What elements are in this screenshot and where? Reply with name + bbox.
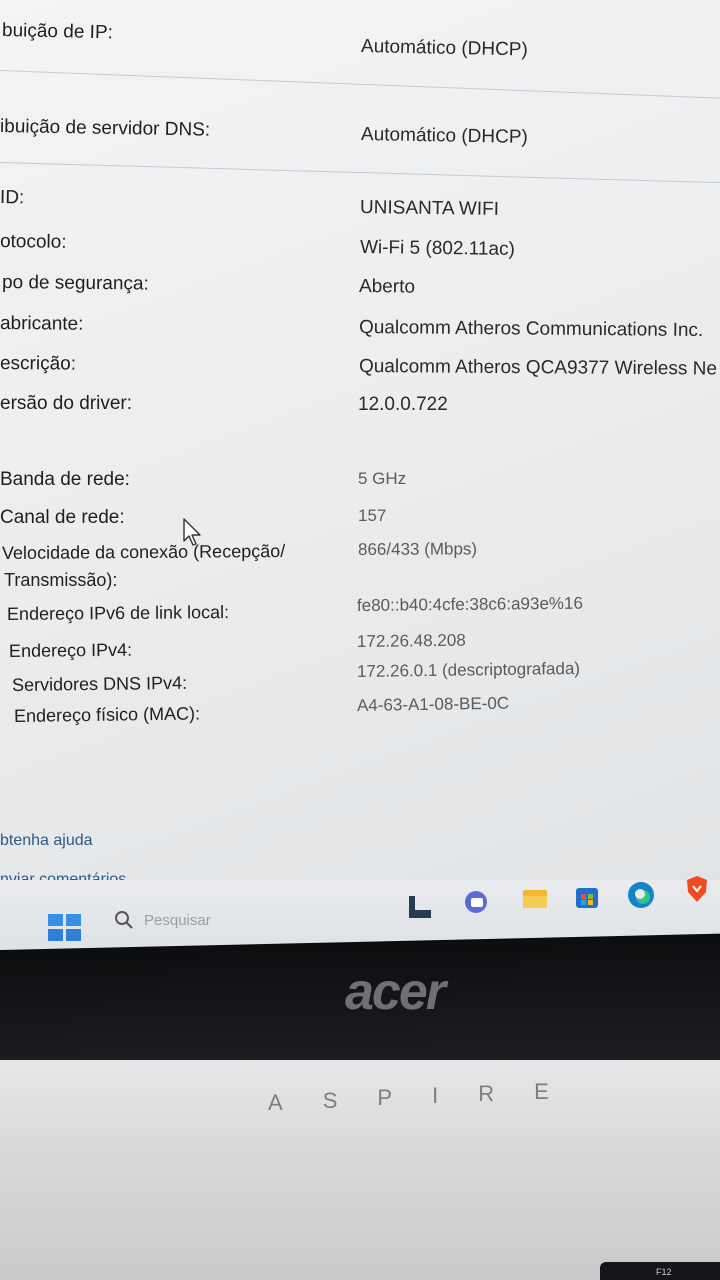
divider bbox=[0, 70, 720, 99]
protocol-value: Wi-Fi 5 (802.11ac) bbox=[359, 237, 515, 260]
security-type-label: po de segurança: bbox=[1, 272, 149, 295]
security-type-value: Aberto bbox=[358, 276, 416, 298]
link-speed-label: Velocidade da conexão (Recepção/ bbox=[1, 541, 286, 563]
edge-browser-icon[interactable] bbox=[626, 880, 656, 910]
driver-version-label: ersão do driver: bbox=[0, 393, 133, 414]
model-letter: I bbox=[432, 1083, 439, 1108]
mouse-cursor-icon bbox=[183, 518, 201, 546]
file-explorer-icon[interactable] bbox=[520, 884, 550, 914]
ipv4-label: Endereço IPv4: bbox=[8, 639, 133, 661]
network-channel-label: Canal de rede: bbox=[0, 507, 125, 528]
aspire-model-label: A S P I R E bbox=[268, 1079, 549, 1115]
dns-servers-value: 172.26.0.1 (descriptografada) bbox=[356, 658, 581, 681]
chat-icon[interactable] bbox=[462, 888, 492, 918]
function-key-label: F12 bbox=[656, 1267, 672, 1277]
network-band-value: 5 GHz bbox=[358, 469, 407, 488]
protocol-label: otocolo: bbox=[0, 231, 67, 253]
model-letter: E bbox=[534, 1079, 549, 1104]
ipv6-label: Endereço IPv6 de link local: bbox=[6, 602, 230, 624]
ip-assignment-label: buição de IP: bbox=[1, 20, 114, 44]
search-placeholder: Pesquisar bbox=[144, 911, 211, 929]
manufacturer-value: Qualcomm Atheros Communications Inc. bbox=[358, 317, 704, 342]
ipv4-value: 172.26.48.208 bbox=[356, 630, 466, 651]
taskbar-search[interactable]: Pesquisar bbox=[114, 910, 211, 930]
description-value: Qualcomm Atheros QCA9377 Wireless Ne bbox=[358, 356, 718, 380]
network-band-label: Banda de rede: bbox=[0, 469, 130, 490]
get-help-link[interactable]: btenha ajuda bbox=[0, 832, 93, 850]
microsoft-store-icon[interactable] bbox=[572, 882, 602, 912]
ip-assignment-value: Automático (DHCP) bbox=[360, 36, 529, 61]
model-letter: R bbox=[478, 1081, 495, 1106]
dns-servers-label: Servidores DNS IPv4: bbox=[11, 672, 188, 695]
ssid-label: ID: bbox=[0, 187, 25, 209]
ipv6-value: fe80::b40:4cfe:38c6:a93e%16 bbox=[356, 593, 583, 615]
link-speed-value: 866/433 (Mbps) bbox=[357, 539, 478, 559]
description-label: escrição: bbox=[0, 353, 77, 375]
mac-address-label: Endereço físico (MAC): bbox=[13, 703, 201, 726]
mac-address-value: A4-63-A1-08-BE-0C bbox=[356, 693, 510, 715]
network-channel-value: 157 bbox=[358, 506, 387, 525]
model-letter: S bbox=[322, 1088, 338, 1113]
brave-browser-icon[interactable] bbox=[682, 874, 712, 904]
search-icon bbox=[115, 911, 133, 929]
link-speed-label-cont: Transmissão): bbox=[4, 570, 118, 590]
divider bbox=[0, 162, 720, 184]
acer-logo: acer bbox=[345, 963, 446, 1021]
dns-assignment-label: ibuição de servidor DNS: bbox=[0, 116, 211, 141]
model-letter: A bbox=[268, 1090, 283, 1115]
model-letter: P bbox=[377, 1085, 393, 1110]
driver-version-value: 12.0.0.722 bbox=[358, 394, 448, 415]
settings-screen: buição de IP: Automático (DHCP) ibuição … bbox=[0, 0, 720, 960]
manufacturer-label: abricante: bbox=[0, 313, 84, 335]
windows-start-icon[interactable] bbox=[48, 914, 82, 942]
widgets-icon[interactable] bbox=[405, 892, 435, 922]
dns-assignment-value: Automático (DHCP) bbox=[360, 124, 528, 148]
ssid-value: UNISANTA WIFI bbox=[359, 197, 500, 220]
